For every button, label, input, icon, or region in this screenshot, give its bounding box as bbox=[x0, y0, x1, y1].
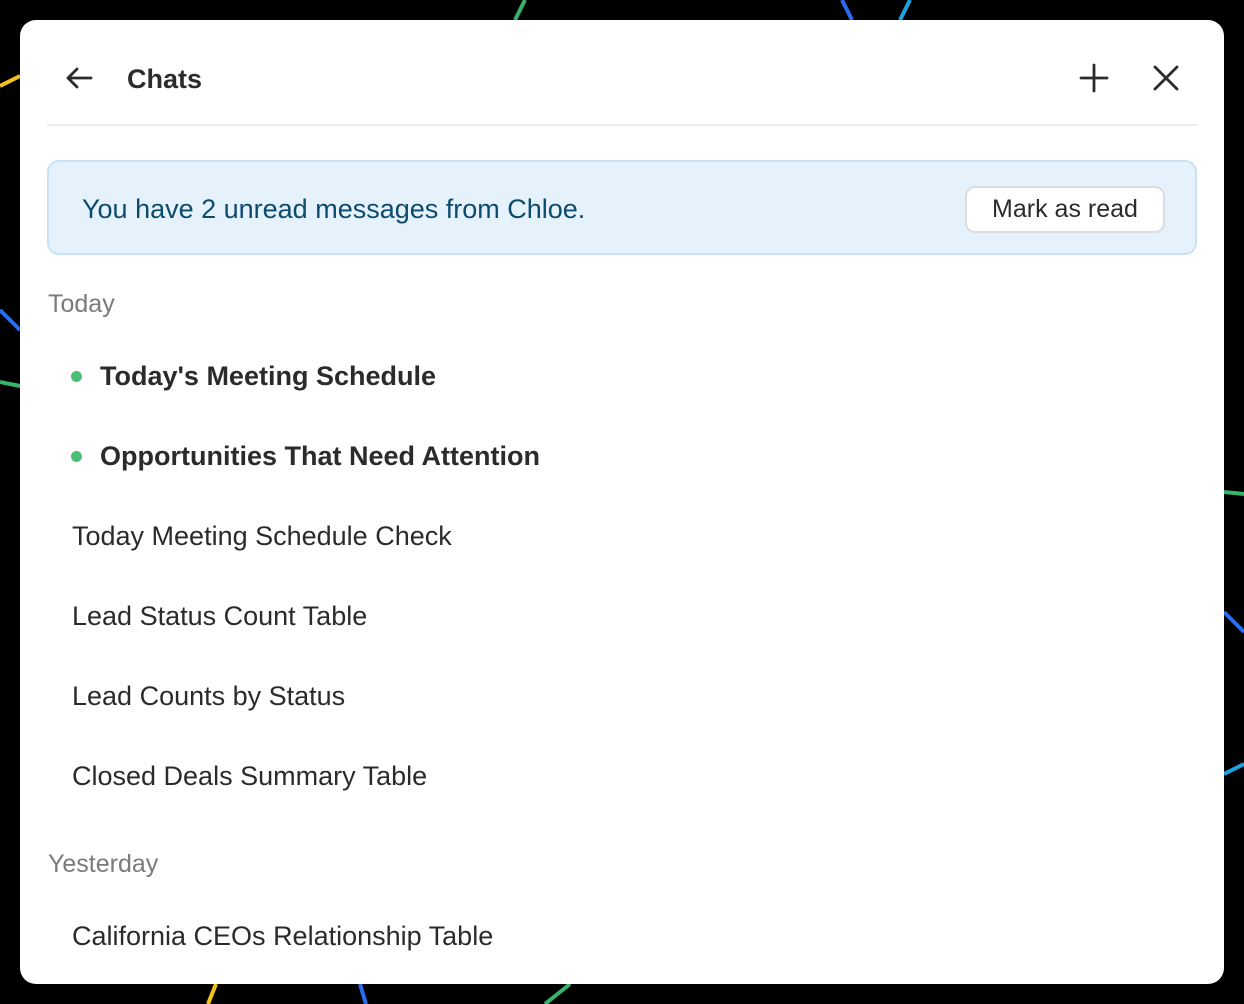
chat-item[interactable]: Lead Status Count Table bbox=[47, 586, 1197, 646]
unread-dot-icon bbox=[71, 451, 82, 462]
mark-as-read-button[interactable]: Mark as read bbox=[965, 186, 1165, 233]
chat-item-label: Lead Status Count Table bbox=[72, 601, 368, 631]
chat-item-label: Closed Deals Summary Table bbox=[72, 761, 428, 791]
chat-item-label: Lead Counts by Status bbox=[72, 681, 346, 711]
chat-item-label: California CEOs Relationship Table bbox=[72, 921, 494, 951]
arrow-left-icon bbox=[66, 67, 93, 89]
chat-item-label: Today's Meeting Schedule bbox=[100, 361, 436, 391]
unread-message: You have 2 unread messages from Chloe. bbox=[82, 194, 586, 224]
close-icon bbox=[1153, 65, 1179, 91]
chat-item[interactable]: California CEOs Relationship Table bbox=[47, 906, 1197, 966]
page-title: Chats bbox=[127, 64, 203, 94]
section-label-yesterday: Yesterday bbox=[48, 850, 159, 878]
chats-panel: Chats You have 2 unread messages from Ch… bbox=[20, 20, 1224, 984]
chat-item[interactable]: Opportunities That Need Attention bbox=[47, 426, 1197, 486]
close-button[interactable] bbox=[1146, 58, 1186, 98]
panel-header: Chats bbox=[47, 20, 1197, 126]
unread-banner: You have 2 unread messages from Chloe. M… bbox=[47, 160, 1197, 255]
chat-item-label: Today Meeting Schedule Check bbox=[72, 521, 452, 551]
chat-item[interactable]: Closed Deals Summary Table bbox=[47, 746, 1197, 806]
new-chat-button[interactable] bbox=[1074, 58, 1114, 98]
chat-item[interactable]: Lead Counts by Status bbox=[47, 666, 1197, 726]
section-label-today: Today bbox=[48, 290, 115, 318]
chat-item[interactable]: Today Meeting Schedule Check bbox=[47, 506, 1197, 566]
chat-item-label: Opportunities That Need Attention bbox=[100, 441, 540, 471]
plus-icon bbox=[1079, 63, 1109, 93]
back-button[interactable] bbox=[59, 58, 99, 98]
unread-dot-icon bbox=[71, 371, 82, 382]
chat-item[interactable]: Today's Meeting Schedule bbox=[47, 346, 1197, 406]
